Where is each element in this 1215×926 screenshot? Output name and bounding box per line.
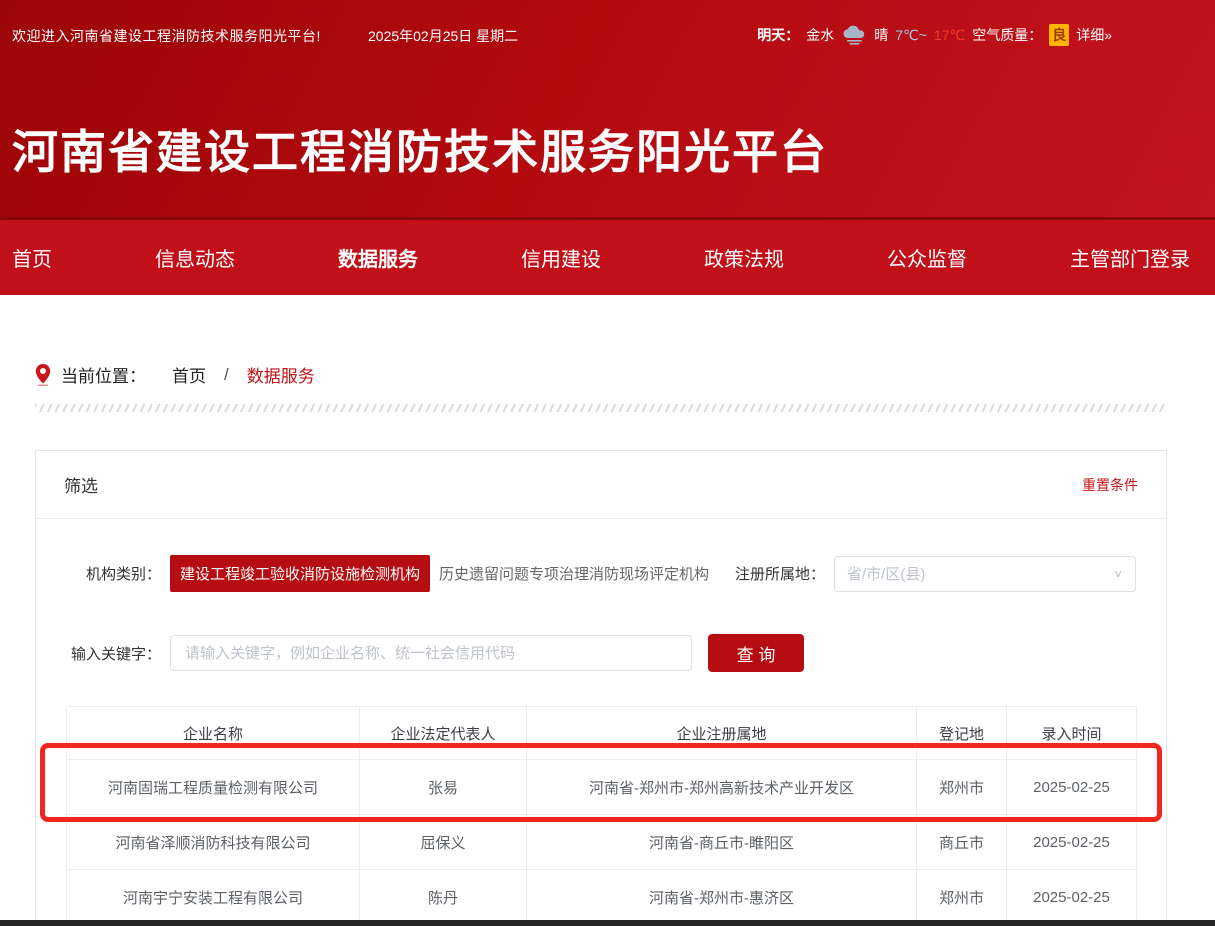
temp-high: 17℃ (934, 27, 965, 44)
col-legal-representative: 企业法定代表人 (360, 707, 527, 760)
location-pin-icon (35, 364, 51, 386)
col-entry-date: 录入时间 (1007, 707, 1137, 760)
table-row: 河南省泽顺消防科技有限公司 屈保义 河南省-商丘市-睢阳区 商丘市 2025-0… (67, 815, 1137, 870)
filter-panel-header: 筛选 重置条件 (36, 451, 1166, 519)
breadcrumb-label: 当前位置： (61, 362, 146, 387)
cell-entry-date: 2025-02-25 (1007, 760, 1137, 815)
breadcrumb-separator: / (224, 365, 229, 385)
org-type-row: 机构类别： 建设工程竣工验收消防设施检测机构 历史遗留问题专项治理消防现场评定机… (66, 555, 1136, 592)
reset-filters-link[interactable]: 重置条件 (1082, 475, 1138, 495)
org-type-label: 机构类别： (66, 563, 161, 584)
air-quality-label: 空气质量： (972, 25, 1042, 45)
page-title: 河南省建设工程消防技术服务阳光平台 (12, 116, 828, 182)
table-header-row: 企业名称 企业法定代表人 企业注册属地 登记地 录入时间 (67, 707, 1137, 760)
nav-item-admin-login[interactable]: 主管部门登录 (1070, 243, 1190, 272)
keyword-input[interactable] (170, 635, 692, 671)
cell-company-name: 河南固瑞工程质量检测有限公司 (67, 760, 360, 815)
cell-company-name: 河南宇宁安装工程有限公司 (67, 870, 360, 925)
org-type-option-unselected[interactable]: 历史遗留问题专项治理消防现场评定机构 (439, 563, 709, 584)
filter-panel-body: 机构类别： 建设工程竣工验收消防设施检测机构 历史遗留问题专项治理消防现场评定机… (36, 555, 1166, 925)
cell-registered-location: 河南省-商丘市-睢阳区 (527, 815, 917, 870)
weather-label: 明天： (757, 25, 799, 45)
weather-city: 金水 (806, 25, 834, 45)
cell-registered-location: 河南省-郑州市-郑州高新技术产业开发区 (527, 760, 917, 815)
main-nav: 首页 信息动态 数据服务 信用建设 政策法规 公众监督 主管部门登录 (0, 217, 1215, 295)
air-quality-badge: 良 (1049, 24, 1069, 46)
footer-edge-bar (0, 920, 1215, 926)
table-row: 河南宇宁安装工程有限公司 陈丹 河南省-郑州市-惠济区 郑州市 2025-02-… (67, 870, 1137, 925)
table-row: 河南固瑞工程质量检测有限公司 张易 河南省-郑州市-郑州高新技术产业开发区 郑州… (67, 760, 1137, 815)
temp-low: 7℃~ (895, 27, 927, 44)
region-select[interactable]: 省/市/区(县) ∨ (834, 556, 1136, 592)
nav-item-data-service[interactable]: 数据服务 (338, 243, 418, 272)
region-select-placeholder: 省/市/区(县) (847, 563, 1113, 584)
breadcrumb-home[interactable]: 首页 (172, 362, 206, 387)
cell-legal-representative: 屈保义 (360, 815, 527, 870)
weather-widget: 明天： 金水 晴 7℃~ 17℃ 空气质量： 良 详细» (757, 24, 1112, 46)
breadcrumb-current[interactable]: 数据服务 (247, 362, 315, 387)
region-group: 注册所属地： 省/市/区(县) ∨ (730, 556, 1136, 592)
cell-registration-city: 商丘市 (917, 815, 1007, 870)
cloud-icon (841, 25, 867, 45)
filter-title: 筛选 (64, 472, 98, 497)
cell-entry-date: 2025-02-25 (1007, 815, 1137, 870)
site-header: 欢迎进入河南省建设工程消防技术服务阳光平台! 2025年02月25日 星期二 明… (0, 0, 1215, 217)
nav-item-supervision[interactable]: 公众监督 (887, 243, 967, 272)
welcome-text: 欢迎进入河南省建设工程消防技术服务阳光平台! (12, 26, 321, 46)
cell-registration-city: 郑州市 (917, 870, 1007, 925)
filter-panel: 筛选 重置条件 机构类别： 建设工程竣工验收消防设施检测机构 历史遗留问题专项治… (35, 450, 1167, 926)
col-registered-location: 企业注册属地 (527, 707, 917, 760)
cell-registered-location: 河南省-郑州市-惠济区 (527, 870, 917, 925)
results-table: 企业名称 企业法定代表人 企业注册属地 登记地 录入时间 河南固瑞工程质量检测有… (66, 706, 1137, 925)
weather-detail-link[interactable]: 详细» (1076, 25, 1112, 45)
breadcrumb: 当前位置： 首页 / 数据服务 (35, 362, 315, 387)
nav-item-credit[interactable]: 信用建设 (521, 243, 601, 272)
col-company-name: 企业名称 (67, 707, 360, 760)
region-label: 注册所属地： (730, 563, 825, 584)
keyword-label: 输入关键字： (66, 643, 161, 664)
date-text: 2025年02月25日 星期二 (368, 26, 518, 46)
nav-item-home[interactable]: 首页 (12, 243, 52, 272)
slash-pattern-divider (35, 404, 1167, 412)
page: 欢迎进入河南省建设工程消防技术服务阳光平台! 2025年02月25日 星期二 明… (0, 0, 1215, 926)
weather-condition: 晴 (874, 25, 888, 45)
top-bar: 欢迎进入河南省建设工程消防技术服务阳光平台! 2025年02月25日 星期二 明… (0, 0, 1215, 58)
cell-legal-representative: 张易 (360, 760, 527, 815)
col-registration-city: 登记地 (917, 707, 1007, 760)
chevron-down-icon: ∨ (1113, 567, 1123, 580)
cell-company-name: 河南省泽顺消防科技有限公司 (67, 815, 360, 870)
cell-entry-date: 2025-02-25 (1007, 870, 1137, 925)
keyword-row: 输入关键字： 查 询 (66, 634, 1136, 672)
nav-item-policy[interactable]: 政策法规 (704, 243, 784, 272)
nav-item-news[interactable]: 信息动态 (155, 243, 235, 272)
search-button[interactable]: 查 询 (708, 634, 804, 672)
cell-legal-representative: 陈丹 (360, 870, 527, 925)
org-type-option-selected[interactable]: 建设工程竣工验收消防设施检测机构 (170, 555, 430, 592)
cell-registration-city: 郑州市 (917, 760, 1007, 815)
